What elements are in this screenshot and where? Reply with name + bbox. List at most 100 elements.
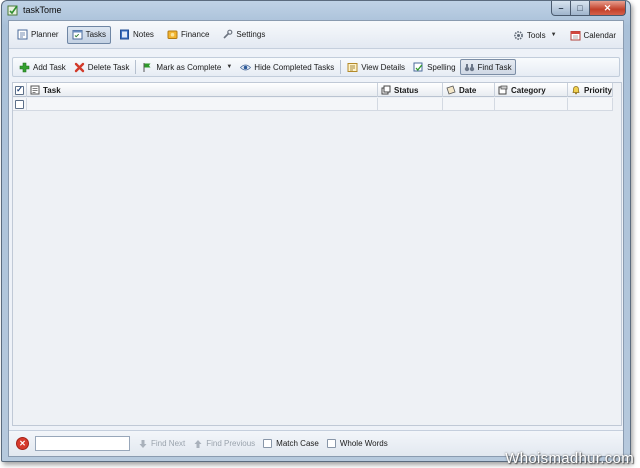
new-task-row[interactable] <box>13 98 613 111</box>
minimize-button[interactable]: – <box>551 1 571 16</box>
plus-icon <box>19 62 30 73</box>
close-find-icon[interactable]: ✕ <box>16 437 29 450</box>
task-toolbar: Add Task Delete Task Mark as Complete ▼ <box>12 57 620 77</box>
column-header-task[interactable]: Task <box>27 83 378 97</box>
delete-task-button[interactable]: Delete Task <box>70 59 134 75</box>
details-icon <box>347 62 358 73</box>
notes-icon <box>119 29 130 40</box>
delete-x-icon <box>74 62 85 73</box>
hide-completed-label: Hide Completed Tasks <box>254 62 335 72</box>
close-button[interactable]: ✕ <box>590 1 626 16</box>
caption-buttons: – □ ✕ <box>551 1 626 16</box>
planner-icon <box>17 29 28 40</box>
match-case-checkbox[interactable] <box>263 439 273 448</box>
arrow-up-icon <box>193 439 203 449</box>
whole-words-checkbox[interactable] <box>326 439 336 448</box>
delete-task-label: Delete Task <box>87 62 130 72</box>
column-label: Status <box>394 85 419 95</box>
task-column-icon <box>30 85 40 95</box>
nav-item-tasks[interactable]: Tasks <box>66 25 112 44</box>
finance-icon <box>167 29 178 40</box>
new-row-date-cell[interactable] <box>443 98 495 111</box>
nav-item-settings[interactable]: Settings <box>217 26 270 44</box>
flag-icon <box>142 62 153 73</box>
match-case-label: Match Case <box>276 439 319 448</box>
select-all-checkbox[interactable]: ✓ <box>15 85 24 95</box>
nav-item-label: Settings <box>236 30 266 39</box>
calendar-label: Calendar <box>583 30 616 40</box>
main-nav: Planner Tasks Notes Finance Settings Too… <box>9 21 623 49</box>
column-header-category[interactable]: Category <box>495 83 568 97</box>
app-logo-icon <box>7 4 19 16</box>
date-column-icon <box>446 85 456 95</box>
view-details-label: View Details <box>361 62 406 72</box>
bell-icon <box>571 85 581 95</box>
new-row-check-cell[interactable] <box>13 98 27 111</box>
spelling-button[interactable]: Spelling <box>409 59 459 75</box>
find-next-label: Find Next <box>151 439 186 448</box>
nav-item-notes[interactable]: Notes <box>114 26 159 44</box>
tasks-icon <box>72 29 83 40</box>
column-header-date[interactable]: Date <box>443 83 495 97</box>
toolbar-separator <box>135 60 137 74</box>
new-row-priority-cell[interactable] <box>568 98 613 111</box>
tools-label: Tools <box>526 30 546 40</box>
column-label: Priority <box>584 85 613 95</box>
toolbar-separator <box>340 60 342 74</box>
view-details-button[interactable]: View Details <box>343 59 409 75</box>
column-label: Category <box>511 85 546 95</box>
new-row-status-cell[interactable] <box>378 98 443 111</box>
add-task-button[interactable]: Add Task <box>15 59 70 75</box>
eye-icon <box>240 62 252 73</box>
status-column-icon <box>381 85 391 95</box>
gear-icon <box>513 30 524 41</box>
whole-words-label: Whole Words <box>339 439 388 448</box>
find-task-label: Find Task <box>477 62 512 72</box>
calendar-icon <box>570 30 581 41</box>
category-column-icon <box>498 85 508 95</box>
grid-header: ✓ Task Status Date Category Priority <box>13 83 613 97</box>
task-grid: ✓ Task Status Date Category Priority <box>12 82 622 426</box>
maximize-button[interactable]: □ <box>571 1 590 16</box>
app-window: taskTome – □ ✕ Planner Tasks Notes Finan… <box>1 0 631 462</box>
column-label: Task <box>43 85 61 95</box>
new-row-checkbox[interactable] <box>15 100 24 109</box>
header-select-all[interactable]: ✓ <box>13 83 27 97</box>
window-title: taskTome <box>23 5 62 15</box>
column-header-priority[interactable]: Priority <box>568 83 613 97</box>
new-row-task-cell[interactable] <box>27 98 378 111</box>
whole-words-option[interactable]: Whole Words <box>326 439 388 448</box>
find-previous-label: Find Previous <box>206 439 256 448</box>
spelling-label: Spelling <box>427 62 456 72</box>
find-input[interactable] <box>35 436 130 451</box>
find-next-button[interactable]: Find Next <box>138 439 185 449</box>
mark-complete-label: Mark as Complete <box>156 62 222 72</box>
nav-item-finance[interactable]: Finance <box>162 26 214 44</box>
match-case-option[interactable]: Match Case <box>263 439 319 448</box>
binoculars-icon <box>464 62 475 73</box>
find-task-button[interactable]: Find Task <box>459 59 516 75</box>
column-label: Date <box>459 85 477 95</box>
title-bar[interactable]: taskTome – □ ✕ <box>2 1 630 19</box>
settings-icon <box>222 29 233 40</box>
tools-menu-button[interactable]: Tools ▼ <box>508 26 562 44</box>
find-previous-button[interactable]: Find Previous <box>193 439 255 449</box>
column-header-status[interactable]: Status <box>378 83 443 97</box>
nav-item-planner[interactable]: Planner <box>12 26 64 44</box>
nav-item-label: Tasks <box>85 30 107 39</box>
new-row-category-cell[interactable] <box>495 98 568 111</box>
nav-right-group: Tools ▼ Calendar <box>505 26 621 44</box>
watermark: Whoismadhur.com <box>505 450 634 467</box>
calendar-button[interactable]: Calendar <box>565 26 621 44</box>
client-area: Planner Tasks Notes Finance Settings Too… <box>8 20 624 457</box>
mark-complete-button[interactable]: Mark as Complete ▼ <box>138 59 236 75</box>
arrow-down-icon <box>138 439 148 449</box>
chevron-down-icon[interactable]: ▼ <box>226 64 232 70</box>
nav-item-label: Planner <box>31 30 59 39</box>
spell-check-icon <box>413 62 424 73</box>
nav-item-label: Notes <box>133 30 154 39</box>
add-task-label: Add Task <box>33 62 66 72</box>
nav-item-label: Finance <box>180 30 210 39</box>
chevron-down-icon: ▼ <box>550 32 557 38</box>
hide-completed-button[interactable]: Hide Completed Tasks <box>236 59 338 75</box>
